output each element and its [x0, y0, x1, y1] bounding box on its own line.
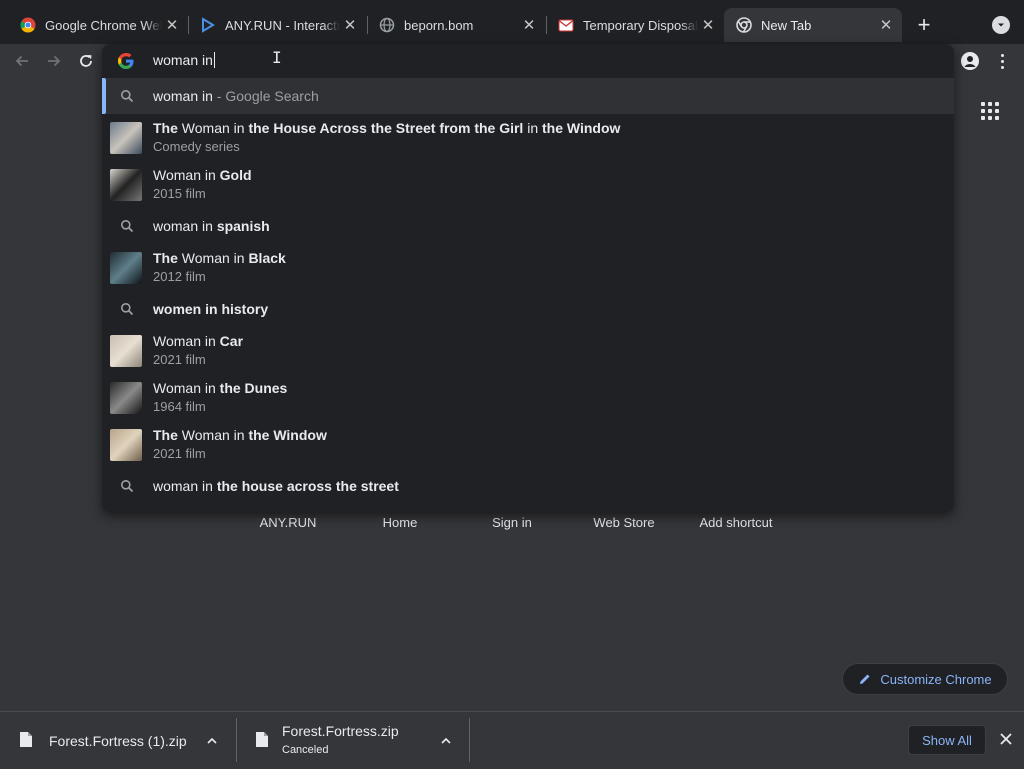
pencil-icon — [860, 674, 870, 684]
chrome-icon — [736, 17, 752, 33]
close-icon[interactable]: ✕ — [519, 15, 539, 35]
suggestion-title: Woman in Car — [153, 333, 244, 349]
tab-chrome-web-store[interactable]: Google Chrome Web Store ✕ — [8, 8, 188, 42]
suggestion-subtitle: 2012 film — [153, 269, 206, 284]
download-status: Canceled — [282, 744, 329, 756]
forward-arrow-icon[interactable] — [41, 48, 67, 74]
chrome-icon — [20, 17, 36, 33]
movie-poster-thumbnail — [110, 168, 142, 201]
search-suggestion[interactable]: woman in the house across the street — [102, 468, 954, 504]
shortcut-home[interactable]: Home — [344, 515, 456, 530]
show-all-downloads-button[interactable]: Show All — [908, 725, 986, 755]
entity-suggestion[interactable]: Woman in the Dunes 1964 film — [102, 374, 954, 421]
search-suggestion[interactable]: woman in spanish — [102, 208, 954, 244]
new-tab-plus-icon[interactable]: + — [912, 12, 936, 37]
close-icon[interactable]: ✕ — [162, 15, 182, 35]
entity-suggestion[interactable]: The Woman in the Window 2021 film — [102, 421, 954, 468]
download-separator — [469, 718, 470, 762]
movie-poster-thumbnail — [110, 381, 142, 414]
file-icon — [256, 732, 268, 747]
search-icon — [121, 220, 134, 233]
more-menu-icon[interactable] — [992, 49, 1012, 73]
search-suggestion[interactable]: woman in - Google Search — [102, 78, 954, 114]
customize-chrome-button[interactable]: Customize Chrome — [842, 663, 1008, 695]
shortcut-sign-in[interactable]: Sign in — [456, 515, 568, 530]
search-icon — [121, 90, 134, 103]
text-caret — [213, 52, 215, 68]
search-icon — [121, 480, 134, 493]
shortcut-anyrun[interactable]: ANY.RUN — [232, 515, 344, 530]
entity-suggestion[interactable]: The Woman in the House Across the Street… — [102, 114, 954, 161]
tab-beporn[interactable]: beporn.bom ✕ — [367, 8, 545, 42]
suggestion-text: woman in spanish — [153, 217, 270, 234]
tab-strip: Google Chrome Web Store ✕ ANY.RUN - Inte… — [0, 0, 1024, 44]
omnibox-input[interactable]: woman in — [153, 52, 215, 68]
close-icon[interactable]: ✕ — [698, 15, 718, 35]
apps-grid-icon[interactable] — [981, 102, 999, 120]
search-suggestion[interactable]: women in history — [102, 291, 954, 327]
download-filename: Forest.Fortress.zip — [282, 723, 399, 739]
mail-icon — [558, 17, 574, 33]
entity-suggestion[interactable]: The Woman in Black 2012 film — [102, 244, 954, 291]
anyrun-icon — [200, 17, 216, 33]
omnibox-dropdown: woman in I woman in - Google Search The W… — [102, 44, 954, 512]
entity-suggestion[interactable]: Woman in Car 2021 film — [102, 327, 954, 374]
shortcut-web-store[interactable]: Web Store — [568, 515, 680, 530]
tab-temp-mail[interactable]: Temporary Disposable Email ✕ — [546, 8, 724, 42]
add-shortcut-button[interactable]: Add shortcut — [680, 515, 792, 530]
download-filename: Forest.Fortress (1).zip — [49, 733, 187, 749]
tab-title: ANY.RUN - Interactive Online Malware San… — [225, 17, 340, 33]
movie-poster-thumbnail — [110, 251, 142, 284]
suggestion-subtitle: 2021 film — [153, 352, 206, 367]
tab-title: Google Chrome Web Store — [45, 17, 162, 33]
movie-poster-thumbnail — [110, 334, 142, 367]
globe-icon — [379, 17, 395, 33]
file-icon — [20, 732, 32, 747]
tab-title: Temporary Disposable Email — [583, 17, 698, 33]
omnibox-input-row[interactable]: woman in I — [102, 44, 954, 78]
chevron-up-icon[interactable] — [205, 734, 219, 748]
suggestion-text: woman in - Google Search — [153, 87, 319, 104]
suggestion-title: Woman in the Dunes — [153, 380, 288, 396]
suggestion-title: The Woman in the House Across the Street… — [153, 120, 621, 136]
suggestion-title: The Woman in Black — [153, 250, 286, 266]
movie-poster-thumbnail — [110, 121, 142, 154]
suggestion-subtitle: 2015 film — [153, 186, 206, 201]
suggestion-subtitle: 2021 film — [153, 446, 206, 461]
download-shelf: Forest.Fortress (1).zip Forest.Fortress.… — [0, 711, 1024, 768]
tab-title: New Tab — [761, 17, 812, 33]
entity-suggestion[interactable]: Woman in Gold 2015 film — [102, 161, 954, 208]
chevron-up-icon[interactable] — [439, 734, 453, 748]
suggestion-subtitle: Comedy series — [153, 139, 240, 154]
tab-anyrun[interactable]: ANY.RUN - Interactive Online Malware San… — [188, 8, 366, 42]
suggestion-text: women in history — [153, 300, 269, 317]
close-shelf-icon[interactable] — [996, 729, 1016, 749]
suggestion-subtitle: 1964 film — [153, 399, 206, 414]
tab-search-chevron-icon[interactable] — [992, 16, 1010, 34]
tab-new-tab[interactable]: New Tab ✕ — [724, 8, 902, 42]
suggestion-title: The Woman in the Window — [153, 427, 327, 443]
suggestion-text: woman in the house across the street — [153, 477, 399, 494]
back-arrow-icon[interactable] — [9, 48, 35, 74]
profile-avatar-icon[interactable] — [958, 49, 982, 73]
google-g-icon — [118, 53, 134, 69]
download-item[interactable]: Forest.Fortress.zip Canceled — [236, 712, 469, 769]
reload-icon[interactable] — [73, 48, 99, 74]
close-icon[interactable]: ✕ — [340, 15, 360, 35]
close-icon[interactable]: ✕ — [876, 15, 896, 35]
i-beam-cursor-icon: I — [272, 48, 282, 67]
search-icon — [121, 303, 134, 316]
customize-chrome-label: Customize Chrome — [880, 671, 992, 687]
suggestion-title: Woman in Gold — [153, 167, 252, 183]
download-item[interactable]: Forest.Fortress (1).zip — [0, 712, 236, 769]
tab-title: beporn.bom — [404, 17, 474, 33]
movie-poster-thumbnail — [110, 428, 142, 461]
